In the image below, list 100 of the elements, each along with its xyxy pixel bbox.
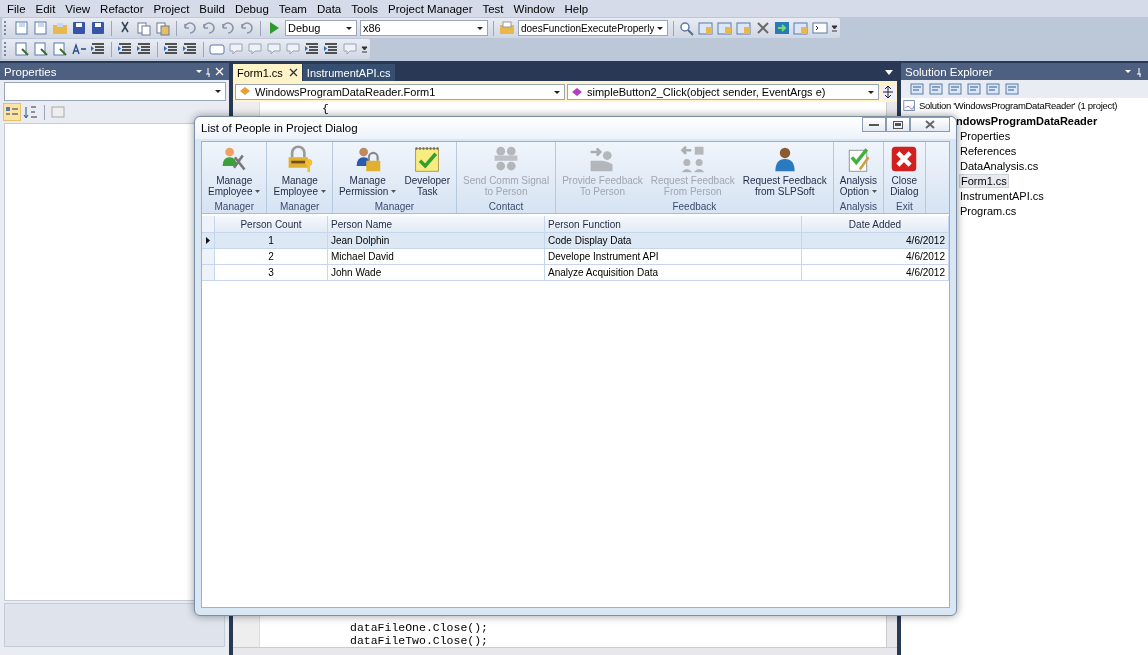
menu-item[interactable]: Test (477, 2, 509, 15)
column-header[interactable]: Person Count (215, 216, 328, 232)
table-cell: 4/6/2012 (802, 265, 949, 280)
toolbar-icon[interactable] (1004, 81, 1020, 97)
row-indicator[interactable] (202, 233, 215, 248)
panel-title: Properties (4, 65, 58, 78)
tree-item[interactable]: InstrumentAPI.cs (959, 189, 1045, 202)
toolbar-icon[interactable] (909, 81, 925, 97)
window-icon[interactable] (736, 20, 752, 36)
platform-combo[interactable]: x86 (360, 20, 488, 36)
caret-icon (391, 190, 397, 193)
ribbon-button[interactable]: Close Dialog (886, 142, 923, 201)
table-cell: 4/6/2012 (802, 233, 949, 248)
categorized-icon[interactable] (4, 104, 20, 120)
toolbar-icon[interactable] (928, 81, 944, 97)
group-label: Feedback (672, 201, 717, 213)
rectangle-icon[interactable] (209, 41, 225, 57)
close-icon (925, 120, 935, 129)
table-cell: 1 (215, 233, 328, 248)
tree-item[interactable]: References (959, 144, 1018, 157)
column-header[interactable]: Date Added (802, 216, 949, 232)
column-header[interactable]: Person Function (545, 216, 802, 232)
undo-icon[interactable] (182, 20, 198, 36)
toolbar-icon[interactable] (966, 81, 982, 97)
window-title: List of People in Project Dialog (201, 122, 358, 134)
ribbon-button[interactable]: Manage Employee (269, 142, 330, 201)
type-combo[interactable]: WindowsProgramDataReader.Form1 (235, 84, 565, 100)
close-icon (890, 145, 919, 173)
indent-icon[interactable] (117, 41, 133, 57)
menu-item[interactable]: Build (194, 2, 230, 15)
table-cell: Code Display Data (545, 233, 802, 248)
menu-item[interactable]: Project (148, 2, 195, 15)
clipboard-icon[interactable] (155, 20, 171, 36)
close-icon[interactable] (288, 68, 298, 77)
indent-icon[interactable] (136, 41, 152, 57)
sort-icon[interactable] (23, 104, 39, 120)
menu-item[interactable]: Window (508, 2, 560, 15)
search-icon[interactable] (679, 20, 695, 36)
notepad-check-icon (413, 145, 442, 173)
document-icon[interactable] (14, 41, 30, 57)
tree-item[interactable]: Program.cs (959, 204, 1018, 217)
table-cell: Michael David (328, 249, 545, 264)
table-cell: Analyze Acquisition Data (545, 265, 802, 280)
overflow-icon[interactable] (361, 44, 368, 54)
table-cell: 3 (215, 265, 328, 280)
object-combo[interactable] (4, 82, 226, 101)
menu-item[interactable]: View (60, 2, 96, 15)
save-all-icon[interactable] (90, 20, 106, 36)
toolbar-icon[interactable] (985, 81, 1001, 97)
configuration-combo[interactable]: Debug (285, 20, 357, 36)
ribbon-button[interactable]: Request Feedback from SLPSoft (738, 142, 831, 201)
document-icon[interactable] (33, 41, 49, 57)
window-icon[interactable] (717, 20, 733, 36)
lines-icon[interactable] (163, 41, 179, 57)
tree-item[interactable]: Solution 'WindowsProgramDataReader' (1 project) (918, 100, 1119, 111)
overflow-icon[interactable] (831, 23, 838, 33)
menu-item[interactable]: Project Manager (383, 2, 478, 15)
menu-item[interactable]: Help (559, 2, 594, 15)
close-button[interactable] (910, 117, 950, 132)
document-tab[interactable]: Form1.cs (233, 64, 302, 81)
text-icon[interactable] (71, 41, 87, 57)
speech-bubble-icon[interactable] (266, 41, 282, 57)
menu-item[interactable]: File (2, 2, 31, 15)
scrollbar[interactable] (233, 647, 897, 655)
menu-item[interactable]: Debug (229, 2, 274, 15)
ribbon-button[interactable]: Manage Employee (204, 142, 265, 201)
tree-item[interactable]: DataAnalysis.cs (959, 159, 1040, 172)
member-combo[interactable]: simpleButton2_Click(object sender, EventArgs e) (567, 84, 879, 100)
ribbon-button[interactable]: Manage Permission (334, 142, 401, 201)
panel-title: Solution Explorer (905, 65, 994, 78)
column-header[interactable]: Person Name (328, 216, 545, 232)
speech-bubble-icon[interactable] (247, 41, 263, 57)
menu-item[interactable]: Edit (30, 2, 61, 15)
dropdown-icon[interactable] (885, 70, 893, 75)
tree-item[interactable]: Properties (959, 129, 1012, 142)
tree-item[interactable]: ndowsProgramDataReader (955, 114, 1099, 127)
menu-item[interactable]: Data (311, 2, 347, 15)
split-icon[interactable] (881, 85, 895, 99)
minimize-button[interactable] (862, 117, 886, 132)
menu-item[interactable]: Tools (346, 2, 384, 15)
ribbon-button[interactable]: Analysis Option (835, 142, 882, 201)
maximize-button[interactable] (886, 117, 910, 132)
menu-item[interactable]: Team (273, 2, 312, 15)
tree-item[interactable]: Form1.cs (959, 173, 1009, 188)
group-label: Analysis (839, 201, 878, 213)
panel-controls-icon[interactable] (195, 66, 225, 77)
lines-icon[interactable] (182, 41, 198, 57)
toolbar-icon[interactable] (947, 81, 963, 97)
table-cell: 2 (215, 249, 328, 264)
speech-bubble-icon[interactable] (228, 41, 244, 57)
menu-item[interactable]: Refactor (95, 2, 149, 15)
list-icon[interactable] (90, 41, 106, 57)
ribbon-button[interactable]: Developer Task (400, 142, 454, 201)
caret-icon (255, 190, 261, 193)
table-cell: Develope Instrument API (545, 249, 802, 264)
document-tab[interactable]: InstrumentAPI.cs (302, 64, 395, 81)
find-combo[interactable]: doesFunctionExecuteProperly (518, 20, 668, 36)
table-cell: 4/6/2012 (802, 249, 949, 264)
save-icon[interactable] (71, 20, 87, 36)
panel-controls-icon[interactable] (1124, 66, 1144, 77)
